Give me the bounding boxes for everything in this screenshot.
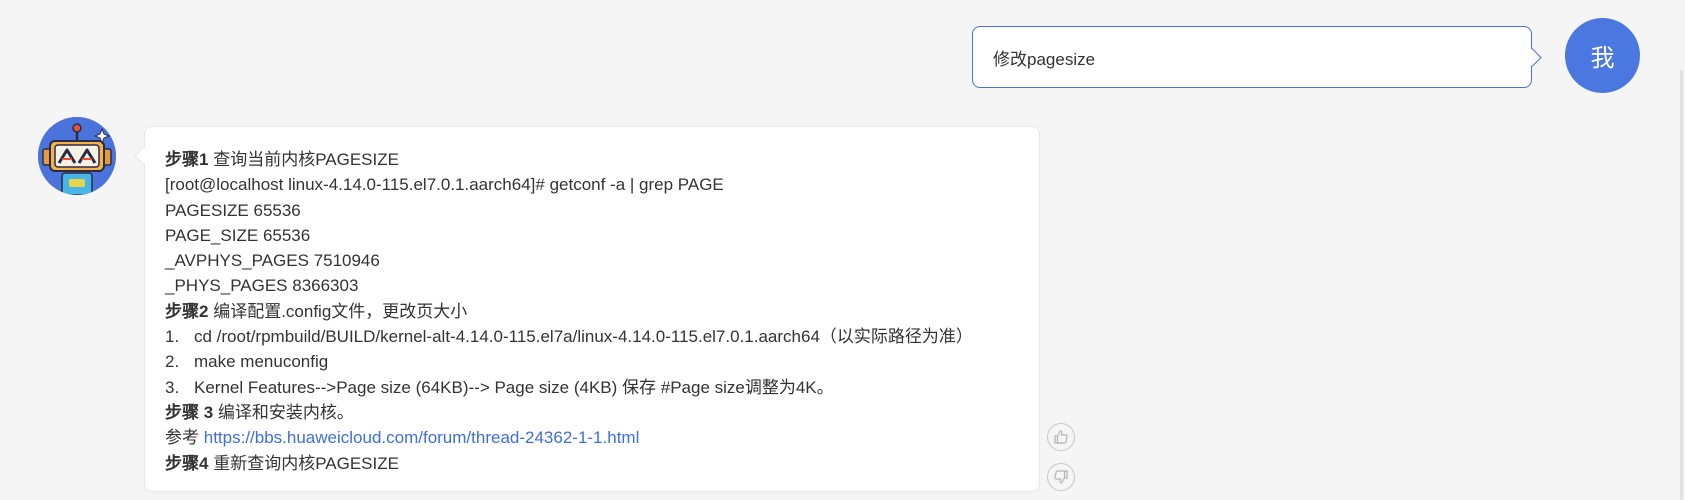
answer-line: 参考 https://bbs.huaweicloud.com/forum/thr… [165,425,1019,450]
answer-line-text: 编译和安装内核。 [213,402,354,422]
list-number: 2. [165,352,180,372]
step-label: 步骤4 [165,453,209,473]
answer-line: 步骤 3 编译和安装内核。 [165,400,1019,425]
answer-list-item: 2. make menuconfig [165,349,1019,374]
list-number: 1. [165,327,180,347]
thumbs-up-icon [1054,430,1068,444]
answer-line-text: 编译配置.config文件，更改页大小 [208,301,468,321]
scrollbar[interactable] [1680,70,1683,500]
like-button[interactable] [1047,423,1075,451]
dislike-button[interactable] [1047,463,1075,491]
answer-line-text: _AVPHYS_PAGES 7510946 [165,251,380,271]
user-avatar: 我 [1565,18,1640,93]
answer-line: _AVPHYS_PAGES 7510946 [165,248,1019,273]
answer-line-text: 查询当前内核PAGESIZE [208,150,399,169]
bot-message-bubble: 步骤1 查询当前内核PAGESIZE [root@localhost linux… [134,126,1040,492]
user-message-text: 修改pagesize [993,49,1096,69]
robot-icon [38,117,116,195]
answer-line-text: cd /root/rpmbuild/BUILD/kernel-alt-4.14.… [194,327,973,347]
answer-list-item: 1. cd /root/rpmbuild/BUILD/kernel-alt-4.1… [165,324,1019,349]
answer-line-text: 参考 [165,428,204,448]
answer-line-text: 重新查询内核PAGESIZE [208,453,399,473]
answer-line: _PHYS_PAGES 8366303 [165,273,1019,298]
user-avatar-text: 我 [1590,44,1615,72]
reference-link[interactable]: https://bbs.huaweicloud.com/forum/thread… [204,428,640,447]
answer-line: 步骤2 编译配置.config文件，更改页大小 [165,299,1019,324]
list-number: 3. [165,377,180,397]
answer-line-text: [root@localhost linux-4.14.0-115.el7.0.1… [165,175,724,195]
answer-line-text: make menuconfig [194,352,329,372]
answer-line: PAGESIZE 65536 [165,198,1019,223]
user-bubble-tail [1523,48,1542,67]
user-message-bubble: 修改pagesize [972,26,1542,88]
step-label: 步骤1 [165,150,209,169]
answer-line-text: _PHYS_PAGES 8366303 [165,276,359,296]
bot-bubble-tail [134,146,153,165]
step-label: 步骤2 [165,301,209,321]
answer-line-text: PAGE_SIZE 65536 [165,225,311,245]
step-label: 步骤 3 [165,402,214,422]
answer-list-item: 3. Kernel Features-->Page size (64KB)--> … [165,375,1019,400]
answer-line: 步骤1 查询当前内核PAGESIZE [165,147,1019,172]
answer-line: [root@localhost linux-4.14.0-115.el7.0.1… [165,172,1019,197]
answer-line: 步骤4 重新查询内核PAGESIZE [165,451,1019,476]
bot-avatar [38,117,116,195]
answer-line-text: PAGESIZE 65536 [165,200,301,220]
thumbs-down-icon [1054,470,1068,484]
answer-line-text: Kernel Features-->Page size (64KB)--> Pa… [194,377,834,397]
answer-line: PAGE_SIZE 65536 [165,223,1019,248]
